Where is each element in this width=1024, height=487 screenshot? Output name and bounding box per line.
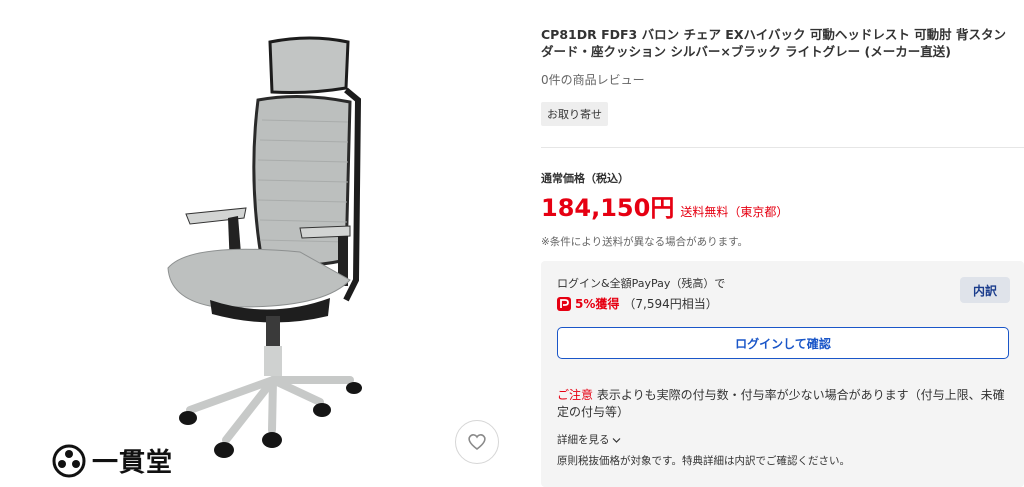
login-confirm-button[interactable]: ログインして確認 <box>557 327 1009 359</box>
product-image[interactable] <box>150 30 390 470</box>
breakdown-button[interactable]: 内訳 <box>960 277 1010 303</box>
shop-logo: 一貫堂 <box>52 442 173 479</box>
points-box: ログイン&全額PayPay（残高）で 内訳 5%獲得 （7,594円相当） ログ… <box>541 261 1024 487</box>
price-row: 184,150円 送料無料（東京都） <box>541 188 788 223</box>
points-footnote: 原則税抜価格が対象です。特典詳細は内訳でご確認ください。 <box>557 455 850 467</box>
chevron-down-icon <box>612 437 620 443</box>
shop-emblem-icon <box>52 444 86 477</box>
paypay-condition: ログイン&全額PayPay（残高）で <box>557 277 726 290</box>
price-label: 通常価格（税込） <box>541 172 629 185</box>
points-earn-rate: 5%獲得 <box>575 297 620 311</box>
caution-text: ご注意 表示よりも実際の付与数・付与率が少ない場合があります（付与上限、未確定の… <box>557 387 1009 421</box>
price-value: 184,150円 <box>541 194 675 222</box>
points-earn-line: 5%獲得 （7,594円相当） <box>557 295 718 312</box>
product-image-gallery: 一貫堂 <box>0 0 520 487</box>
shipping-note: ※条件により送料が異なる場合があります。 <box>541 236 749 248</box>
shop-logo-text: 一貫堂 <box>92 448 174 478</box>
product-info-panel: CP81DR FDF3 バロン チェア EXハイバック 可動ヘッドレスト 可動肘… <box>541 0 1024 487</box>
divider <box>541 147 1024 148</box>
caution-label: ご注意 <box>557 388 594 402</box>
points-equivalent: （7,594円相当） <box>623 297 718 311</box>
review-count-link[interactable]: 0件の商品レビュー <box>541 71 645 88</box>
details-link-label: 詳細を見る <box>557 434 610 446</box>
caution-body: 表示よりも実際の付与数・付与率が少ない場合があります（付与上限、未確定の付与等） <box>557 388 1005 419</box>
shipping-info: 送料無料（東京都） <box>680 205 789 219</box>
product-title: CP81DR FDF3 バロン チェア EXハイバック 可動ヘッドレスト 可動肘… <box>541 27 1007 59</box>
order-status-badge: お取り寄せ <box>541 102 608 126</box>
paypay-icon <box>557 296 571 311</box>
favorite-button[interactable] <box>455 420 499 464</box>
details-link[interactable]: 詳細を見る <box>557 432 621 447</box>
heart-icon <box>468 434 486 451</box>
